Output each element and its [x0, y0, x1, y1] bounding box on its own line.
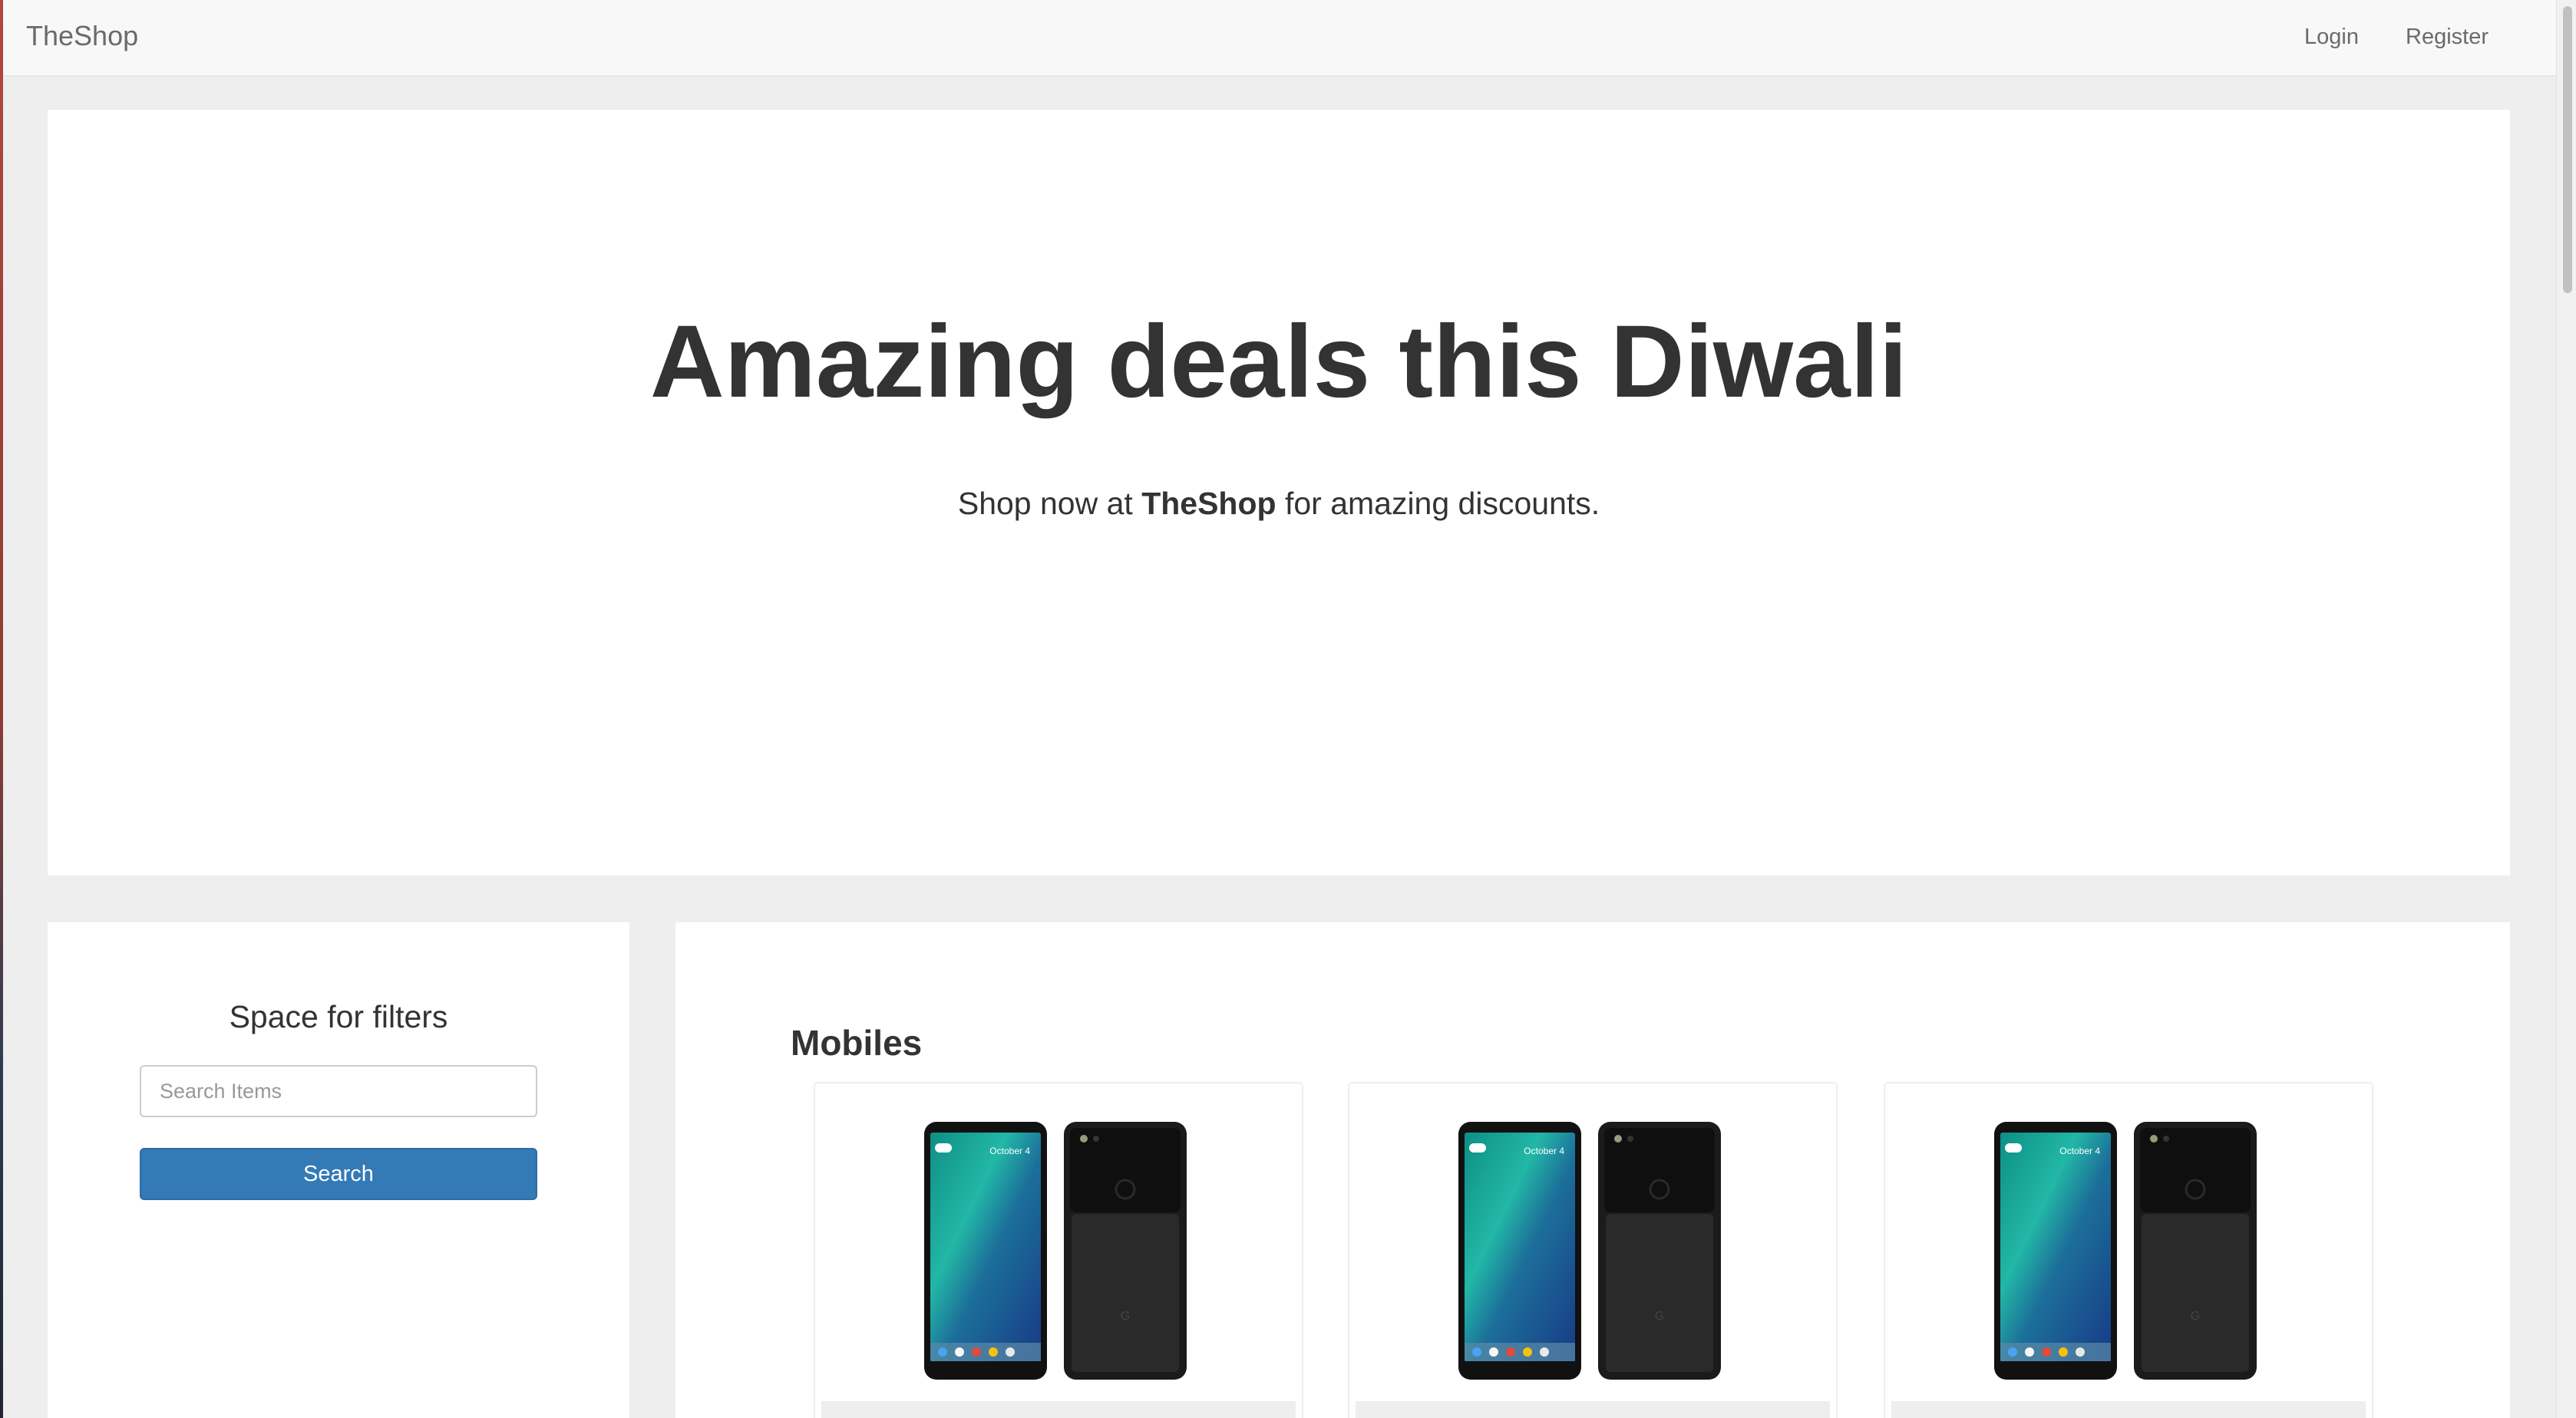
product-card[interactable]: October 4 G — [814, 1082, 1303, 1418]
navbar-brand[interactable]: TheShop — [26, 20, 138, 52]
hero-subtitle-brand: TheShop — [1141, 486, 1276, 521]
phone-pair-image: October 4 G — [1994, 1122, 2257, 1380]
navbar: TheShop Login Register — [3, 0, 2556, 77]
scrollbar-thumb[interactable] — [2563, 6, 2572, 293]
page: TheShop Login Register Amazing deals thi… — [0, 0, 2576, 1418]
hero-title: Amazing deals this Diwali — [649, 305, 1908, 419]
svg-text:G: G — [2191, 1310, 2200, 1323]
product-card[interactable]: October 4 G — [1348, 1082, 1838, 1418]
svg-text:October 4: October 4 — [1524, 1146, 1564, 1156]
product-card-footer — [1356, 1401, 1830, 1418]
svg-text:October 4: October 4 — [989, 1146, 1030, 1156]
search-button[interactable]: Search — [140, 1148, 537, 1200]
products-panel: Mobiles October 4 G October 4 G October … — [675, 922, 2510, 1418]
svg-text:G: G — [1121, 1310, 1130, 1323]
hero-subtitle: Shop now at TheShop for amazing discount… — [48, 486, 2510, 522]
product-card[interactable]: October 4 G — [1884, 1082, 2373, 1418]
phone-pair-image: October 4 G — [1458, 1122, 1721, 1380]
section-title-mobiles: Mobiles — [791, 1023, 923, 1063]
hero-subtitle-prefix: Shop now at — [957, 486, 1142, 521]
product-card-footer — [1891, 1401, 2366, 1418]
hero-subtitle-suffix: for amazing discounts. — [1276, 486, 1600, 521]
hero-banner: Amazing deals this Diwali Shop now at Th… — [48, 110, 2510, 876]
svg-text:October 4: October 4 — [2059, 1146, 2100, 1156]
register-link[interactable]: Register — [2406, 25, 2488, 50]
search-input[interactable] — [140, 1065, 537, 1117]
vertical-scrollbar[interactable] — [2556, 0, 2576, 1418]
svg-text:G: G — [1655, 1310, 1664, 1323]
filters-title: Space for filters — [229, 999, 448, 1034]
window-edge — [0, 0, 3, 1418]
phone-pair-image: October 4 G — [924, 1122, 1187, 1380]
filters-panel: Space for filters Search — [48, 922, 629, 1418]
product-card-footer — [821, 1401, 1296, 1418]
login-link[interactable]: Login — [2304, 25, 2359, 50]
